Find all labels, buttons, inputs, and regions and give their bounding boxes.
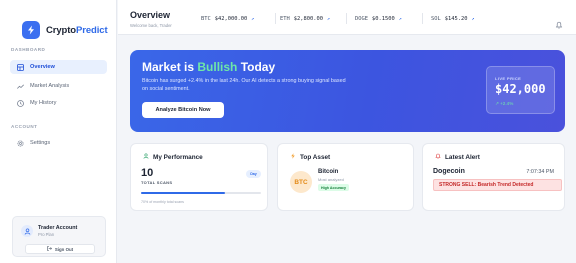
ticker-btc[interactable]: BTC $42,000.00 ↗ — [201, 16, 254, 22]
total-scans-count: 10 — [141, 167, 154, 179]
lightning-logo-icon — [22, 21, 40, 39]
grid-icon — [17, 63, 24, 71]
sidebar-item-settings[interactable]: Settings — [10, 136, 107, 150]
market-hero-banner: Market is Bullish Today Bitcoin has surg… — [130, 50, 565, 132]
scans-progress-bar — [141, 192, 261, 194]
page-subtitle: Welcome back, Trader — [130, 23, 172, 28]
notification-bell-icon[interactable] — [555, 16, 563, 29]
ticker-eth[interactable]: ETH $2,800.00 ↗ — [280, 16, 330, 22]
performance-title: My Performance — [143, 153, 203, 161]
sidebar-item-label: My History — [30, 100, 57, 106]
live-price-label: LIVE PRICE — [495, 76, 522, 81]
sidebar-item-market-analysis[interactable]: Market Analysis — [10, 79, 107, 93]
clock-icon — [17, 99, 24, 107]
sidebar-item-label: Overview — [30, 64, 55, 70]
accuracy-badge: High Accuracy — [318, 184, 350, 191]
trend-icon — [17, 83, 24, 90]
latest-alert-title: Latest Alert — [435, 153, 480, 161]
latest-alert-card: Latest Alert Dogecoin 7:07:34 PM STRONG … — [422, 143, 565, 211]
user-icon — [143, 153, 149, 161]
logout-icon — [47, 246, 52, 252]
hero-title: Market is Bullish Today — [142, 60, 276, 74]
sidebar-item-label: Market Analysis — [30, 83, 70, 89]
progress-note: 70% of monthly total scans — [141, 200, 184, 204]
sidebar-item-overview[interactable]: Overview — [10, 60, 107, 74]
trend-up-icon: ↗ — [326, 16, 330, 22]
divider — [275, 13, 276, 24]
top-asset-title: Top Asset — [290, 153, 330, 161]
price-change: ↗ +2.4% — [495, 101, 514, 106]
live-price-value: $42,000 — [495, 82, 546, 96]
lightning-icon — [290, 153, 296, 161]
ticker-sol[interactable]: SOL $145.20 ↗ — [431, 16, 474, 22]
divider — [422, 13, 423, 24]
sidebar-item-label: Settings — [30, 140, 51, 146]
alert-message[interactable]: STRONG SELL: Bearish Trend Detected — [433, 179, 562, 191]
btc-coin-icon: BTC — [290, 171, 312, 193]
divider — [346, 13, 347, 24]
hero-description: Bitcoin has surged +2.4% in the last 24h… — [142, 78, 346, 92]
ticker-doge[interactable]: DOGE $0.1500 ↗ — [355, 16, 402, 22]
sidebar-item-my-history[interactable]: My History — [10, 96, 107, 110]
brand-name: CryptoPredict — [46, 24, 108, 36]
live-price-box: LIVE PRICE $42,000 ↗ +2.4% — [486, 66, 555, 114]
sidebar: CryptoPredict DASHBOARD Overview Market … — [0, 0, 117, 263]
account-name: Trader Account — [38, 225, 78, 231]
alert-coin: Dogecoin — [433, 168, 465, 175]
period-badge[interactable]: Day — [246, 170, 261, 178]
scans-progress-fill — [141, 192, 225, 194]
trend-up-icon: ↗ — [398, 16, 402, 22]
account-plan: Pro Plan — [38, 232, 55, 237]
user-avatar-icon — [21, 225, 33, 237]
section-label-dashboard: DASHBOARD — [11, 47, 46, 52]
alert-bell-icon — [435, 153, 441, 161]
sign-out-label: Sign Out — [54, 246, 74, 252]
account-card: Trader Account Pro Plan Sign Out — [12, 216, 106, 257]
app: CryptoPredict DASHBOARD Overview Market … — [0, 0, 576, 263]
trend-up-icon: ↗ — [251, 16, 255, 22]
alert-time: 7:07:34 PM — [526, 169, 554, 175]
trend-up-icon: ↗ — [471, 16, 475, 22]
brand[interactable]: CryptoPredict — [22, 21, 108, 39]
page-title: Overview — [130, 10, 171, 20]
gear-icon — [17, 140, 24, 147]
coin-name: Bitcoin — [318, 169, 339, 175]
performance-card: My Performance 10 TOTAL SCANS Day 70% of… — [130, 143, 268, 211]
section-label-account: ACCOUNT — [11, 124, 38, 129]
total-scans-label: TOTAL SCANS — [141, 180, 173, 185]
sign-out-button[interactable]: Sign Out — [25, 244, 95, 254]
coin-subtitle: Most analyzed — [318, 177, 344, 182]
top-asset-card: Top Asset BTC Bitcoin Most analyzed High… — [277, 143, 414, 211]
analyze-bitcoin-button[interactable]: Analyze Bitcoin Now — [142, 102, 224, 118]
top-header: Overview Welcome back, Trader BTC $42,00… — [118, 0, 576, 35]
